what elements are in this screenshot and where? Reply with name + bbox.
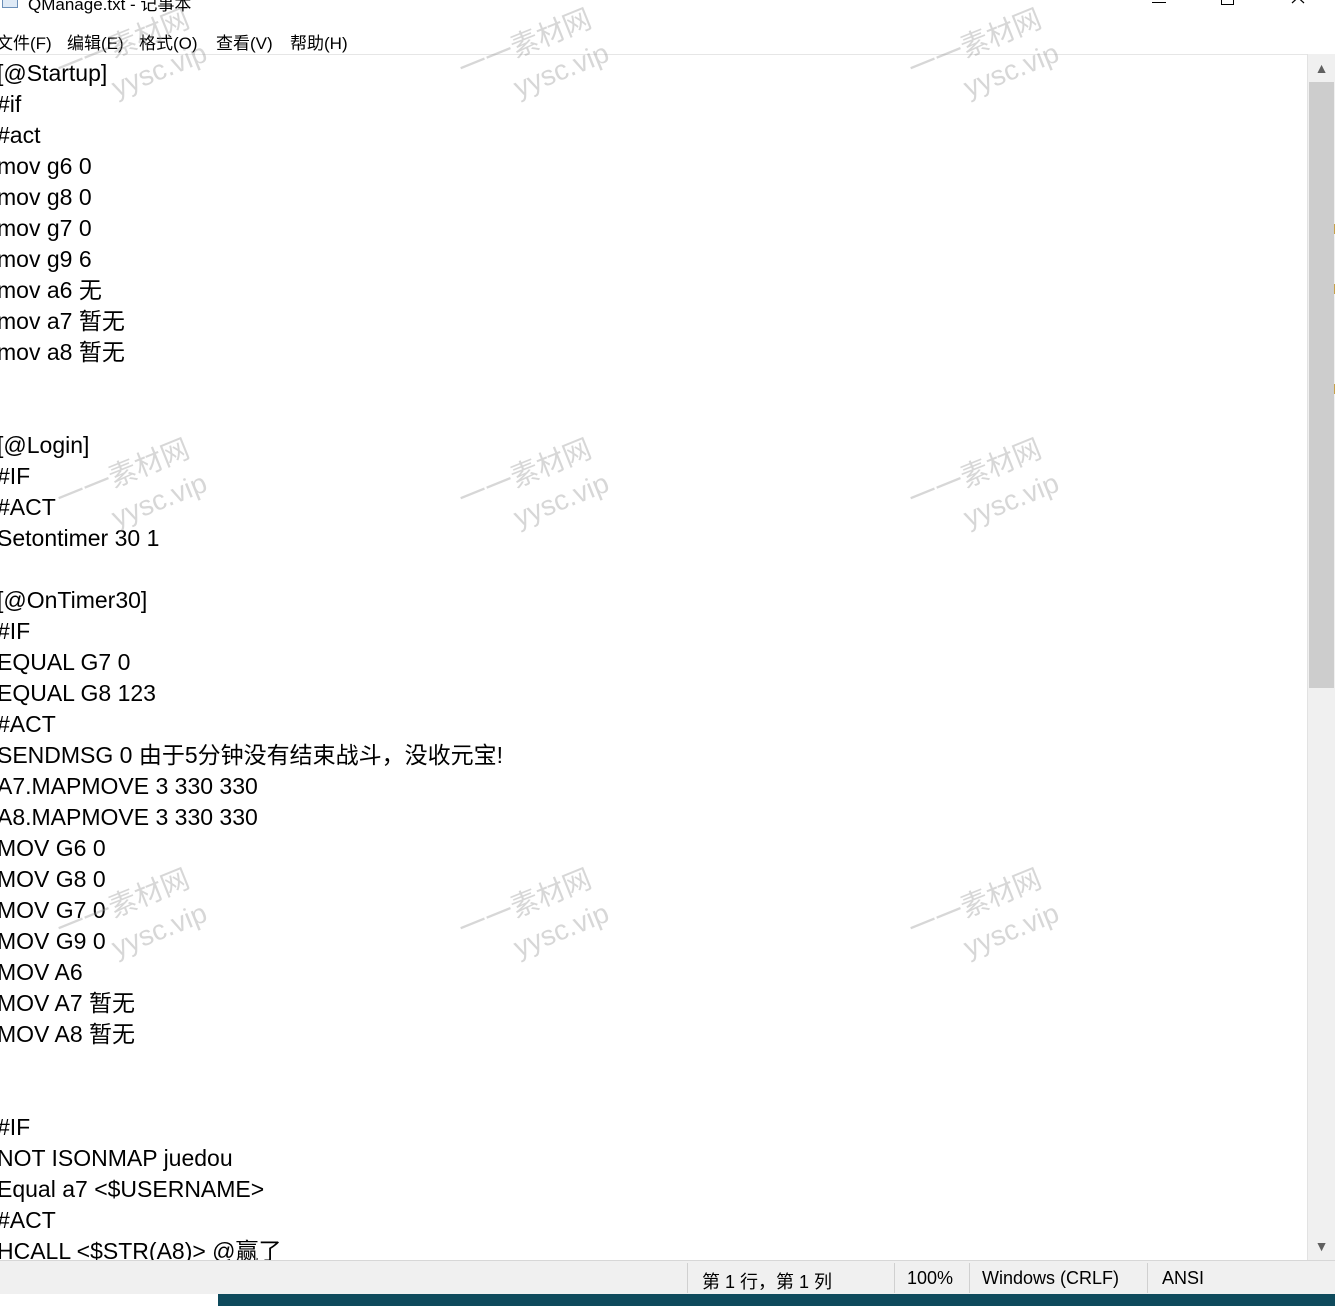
text-line: #IF (0, 1114, 31, 1140)
text-line: mov a8 暂无 (0, 339, 125, 365)
status-divider (894, 1263, 895, 1293)
scroll-up-icon[interactable]: ▲ (1308, 54, 1335, 82)
text-line: MOV G9 0 (0, 928, 106, 954)
text-line: HCALL <$STR(A8)> @赢了 (0, 1238, 282, 1261)
text-line: Setontimer 30 1 (0, 525, 160, 551)
menu-bar: 文件(F) 编辑(E) 格式(O) 查看(V) 帮助(H) (0, 24, 1335, 54)
text-line: [@Login] (0, 432, 90, 458)
text-editor[interactable]: [@Startup] #if #act mov g6 0 mov g8 0 mov g7 … (0, 54, 1307, 1261)
text-line: MOV G6 0 (0, 835, 106, 861)
text-line: mov g6 0 (0, 153, 92, 179)
scroll-down-icon[interactable]: ▼ (1308, 1232, 1335, 1260)
text-line: SENDMSG 0 由于5分钟没有结束战斗，没收元宝! (0, 742, 504, 768)
line-ending: Windows (CRLF) (982, 1268, 1120, 1288)
text-line: mov a7 暂无 (0, 308, 125, 334)
text-line: #ACT (0, 494, 56, 520)
close-icon (1291, 0, 1305, 4)
status-divider (687, 1263, 688, 1293)
notepad-icon (2, 0, 18, 8)
text-line: #IF (0, 463, 31, 489)
vertical-scrollbar[interactable]: ▲ ▼ (1307, 54, 1335, 1260)
text-line: Equal a7 <$USERNAME> (0, 1176, 265, 1202)
menu-help[interactable]: 帮助(H) (290, 29, 348, 54)
text-line: [@OnTimer30] (0, 587, 148, 613)
text-line: #act (0, 122, 41, 148)
taskbar (0, 1294, 1335, 1306)
text-line: MOV G7 0 (0, 897, 106, 923)
text-line: NOT ISONMAP juedou (0, 1145, 233, 1171)
close-button[interactable] (1275, 0, 1321, 14)
menu-edit[interactable]: 编辑(E) (67, 29, 124, 54)
text-line: mov g7 0 (0, 215, 92, 241)
status-divider (969, 1263, 970, 1293)
text-line: mov g9 6 (0, 246, 92, 272)
encoding: ANSI (1162, 1268, 1205, 1288)
text-line: #ACT (0, 711, 56, 737)
text-line: MOV A8 暂无 (0, 1021, 136, 1047)
scroll-thumb[interactable] (1309, 82, 1334, 688)
text-line: MOV A6 (0, 959, 83, 985)
text-line: mov a6 无 (0, 277, 102, 303)
text-line: MOV A7 暂无 (0, 990, 136, 1016)
text-line: EQUAL G7 0 (0, 649, 131, 675)
text-line: A8.MAPMOVE 3 330 330 (0, 804, 258, 830)
text-line: #if (0, 91, 22, 117)
text-line: #IF (0, 618, 31, 644)
status-divider (1147, 1263, 1148, 1293)
minimize-icon (1152, 2, 1166, 3)
title-bar: QManage.txt - 记事本 (0, 0, 1335, 22)
menu-view[interactable]: 查看(V) (216, 29, 273, 54)
maximize-icon (1221, 0, 1234, 5)
cursor-position: 第 1 行，第 1 列 (702, 1272, 833, 1292)
minimize-button[interactable] (1136, 0, 1182, 14)
text-line: MOV G8 0 (0, 866, 106, 892)
text-line: [@Startup] (0, 60, 108, 86)
menu-format[interactable]: 格式(O) (139, 29, 198, 54)
text-line: EQUAL G8 123 (0, 680, 156, 706)
maximize-button[interactable] (1205, 0, 1251, 14)
text-line: mov g8 0 (0, 184, 92, 210)
text-line: A7.MAPMOVE 3 330 330 (0, 773, 258, 799)
text-line: #ACT (0, 1207, 56, 1233)
zoom-level: 100% (907, 1268, 954, 1288)
taskbar-active-area[interactable] (218, 1294, 1335, 1306)
menu-file[interactable]: 文件(F) (0, 29, 52, 54)
window-title: QManage.txt - 记事本 (28, 0, 192, 14)
status-bar: 第 1 行，第 1 列 100% Windows (CRLF) ANSI (0, 1260, 1335, 1294)
